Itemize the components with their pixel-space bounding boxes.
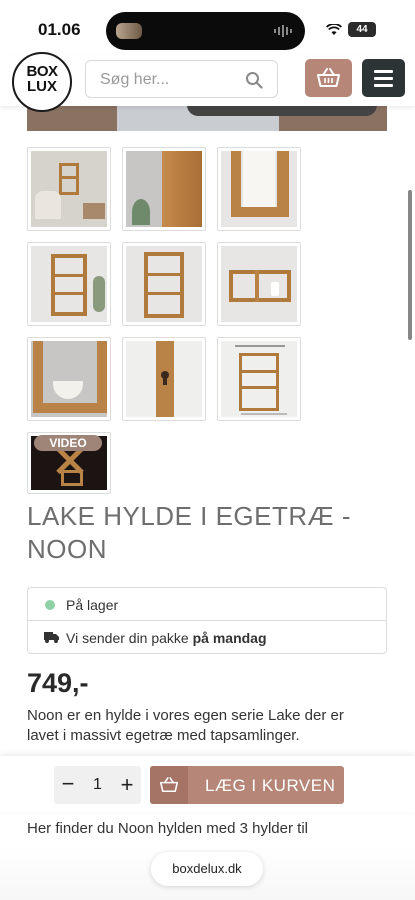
thumbnail-image — [126, 151, 202, 227]
stock-info-box: På lager Vi sender din pakke på mandag — [27, 587, 387, 654]
sticky-cart-bar: − 1 + LÆG I KURVEN — [0, 756, 415, 812]
wifi-icon — [326, 24, 342, 35]
status-time: 01.06 — [38, 20, 81, 39]
thumbnail-image — [221, 341, 297, 417]
cart-button[interactable] — [305, 59, 352, 97]
in-stock-dot-icon — [45, 600, 55, 610]
add-to-cart-icon-box — [150, 766, 188, 804]
shipping-prefix: Vi sender din pakke — [66, 630, 189, 646]
gallery-thumbnail[interactable] — [122, 147, 206, 231]
thumbnail-image — [31, 341, 107, 417]
video-badge: VIDEO — [34, 435, 102, 451]
search-input[interactable] — [100, 69, 240, 91]
battery-indicator: 44 — [348, 22, 376, 37]
basket-icon — [317, 68, 340, 87]
gallery-thumbnail[interactable] — [27, 337, 111, 421]
thumbnail-image — [126, 341, 202, 417]
hamburger-icon — [374, 70, 393, 73]
audio-wave-icon — [274, 25, 292, 37]
search-box[interactable] — [85, 60, 278, 98]
dynamic-island — [106, 12, 305, 50]
gallery-thumbnail[interactable] — [217, 242, 301, 326]
site-header: BOX LUX — [0, 52, 415, 112]
quantity-decrease-button[interactable]: − — [54, 766, 82, 804]
product-title: LAKE HYLDE I EGETRÆ - NOON — [27, 501, 352, 564]
thumbnail-image — [221, 246, 297, 322]
add-to-cart-button[interactable]: LÆG I KURVEN — [150, 766, 344, 804]
main-product-image[interactable] — [27, 104, 387, 131]
gallery-thumbnail[interactable] — [217, 337, 301, 421]
gallery-thumbnail[interactable] — [27, 147, 111, 231]
product-description: Noon er en hylde i vores egen serie Lake… — [27, 707, 344, 744]
browser-bottom-bar: boxdelux.dk — [0, 845, 415, 900]
shipping-row: Vi sender din pakke på mandag — [28, 621, 386, 654]
shipping-text: Vi sender din pakke på mandag — [66, 630, 267, 646]
quantity-value[interactable]: 1 — [82, 766, 113, 804]
basket-icon — [160, 777, 178, 793]
hamburger-icon — [374, 77, 393, 80]
shipping-day: på mandag — [192, 630, 267, 646]
quantity-stepper: − 1 + — [54, 766, 141, 804]
now-playing-artwork — [116, 23, 142, 39]
product-description-continued: Her finder du Noon hylden med 3 hylder t… — [27, 820, 308, 837]
product-price: 749,- — [27, 668, 89, 698]
page-scrollbar[interactable] — [408, 190, 412, 340]
thumbnail-image — [31, 246, 107, 322]
gallery-thumbnail[interactable] — [217, 147, 301, 231]
gallery-thumbnail[interactable] — [122, 242, 206, 326]
gallery-thumbnail[interactable] — [122, 337, 206, 421]
thumbnail-image — [126, 246, 202, 322]
menu-button[interactable] — [362, 59, 405, 97]
thumbnail-image — [221, 151, 297, 227]
gallery-video-thumbnail[interactable]: VIDEO — [27, 432, 111, 494]
status-bar: 01.06 44 — [0, 0, 415, 56]
stock-status: På lager — [66, 597, 119, 613]
truck-icon — [44, 632, 59, 643]
add-to-cart-label: LÆG I KURVEN — [205, 776, 336, 795]
thumbnail-image — [31, 151, 107, 227]
gallery-thumbnail[interactable] — [27, 242, 111, 326]
site-logo[interactable]: BOX LUX — [12, 52, 72, 112]
logo-text-bottom: LUX — [27, 78, 57, 95]
url-pill[interactable]: boxdelux.dk — [151, 852, 263, 886]
quantity-increase-button[interactable]: + — [113, 766, 141, 804]
search-icon[interactable] — [245, 71, 263, 89]
stock-row: På lager — [28, 588, 386, 621]
hamburger-icon — [374, 84, 393, 87]
